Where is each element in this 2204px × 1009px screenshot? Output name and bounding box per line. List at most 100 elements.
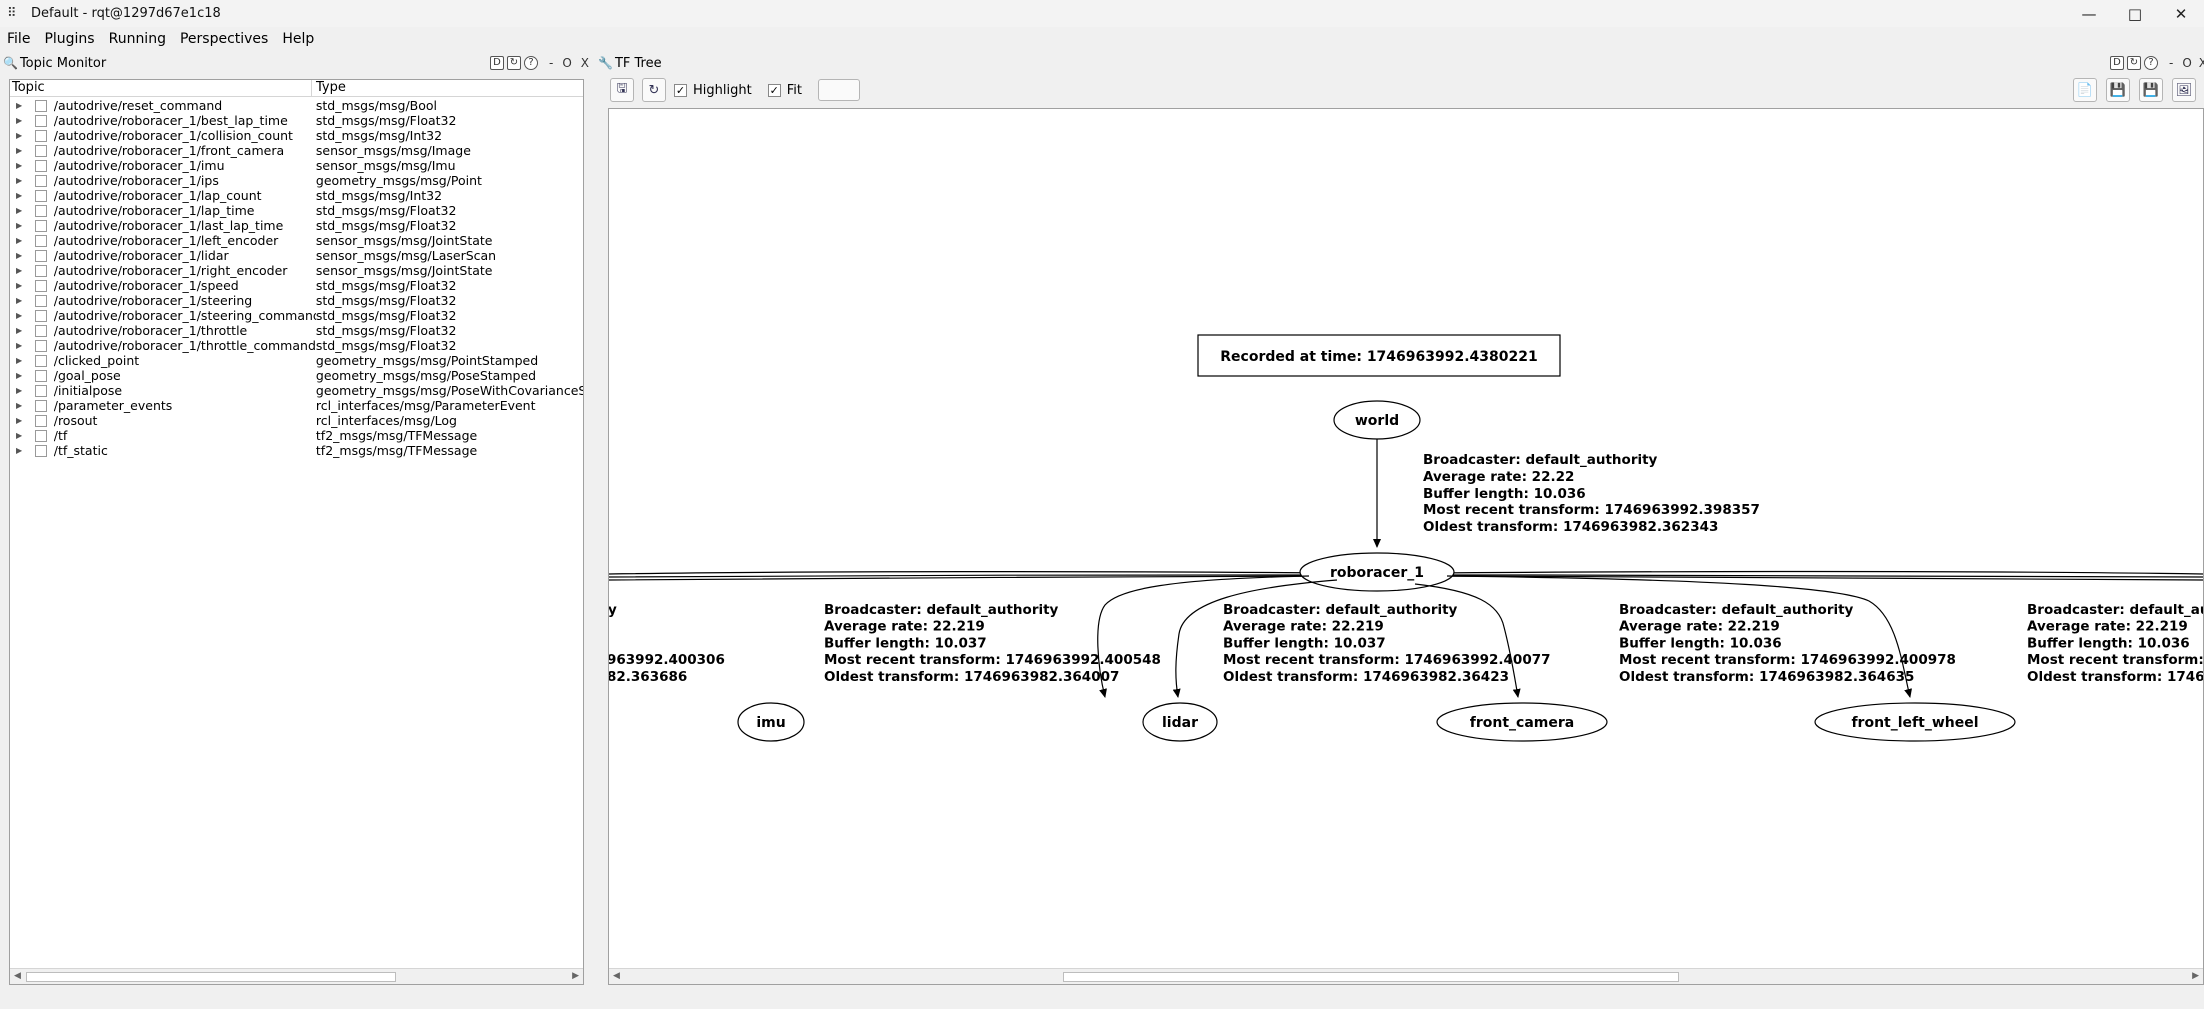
subscribe-checkbox[interactable] — [34, 129, 47, 142]
subscribe-checkbox[interactable] — [34, 339, 47, 352]
table-row[interactable]: ▶ /autodrive/roboracer_1/lidar sensor_msgs… — [10, 248, 583, 263]
expand-arrow-icon[interactable]: ▶ — [16, 386, 30, 395]
subscribe-checkbox[interactable] — [34, 324, 47, 337]
reload-icon[interactable]: ↻ — [2127, 56, 2141, 70]
minimize-dock-icon[interactable]: - — [549, 56, 553, 70]
table-row[interactable]: ▶ /parameter_events rcl_interfaces/msg/Par… — [10, 398, 583, 413]
help-icon[interactable]: ? — [524, 56, 538, 70]
table-row[interactable]: ▶ /autodrive/roboracer_1/left_encoder sens… — [10, 233, 583, 248]
table-row[interactable]: ▶ /autodrive/roboracer_1/ips geometry_msgs… — [10, 173, 583, 188]
scroll-left-icon[interactable]: ◀ — [14, 971, 21, 981]
expand-arrow-icon[interactable]: ▶ — [16, 116, 30, 125]
float-dock-icon[interactable]: O — [2182, 56, 2191, 70]
menu-plugins[interactable]: Plugins — [37, 31, 101, 47]
expand-arrow-icon[interactable]: ▶ — [16, 236, 30, 245]
save-graph-button[interactable]: 🖫 — [610, 78, 634, 102]
dock-d-button[interactable]: D — [490, 56, 504, 70]
subscribe-checkbox[interactable] — [34, 249, 47, 262]
table-row[interactable]: ▶ /autodrive/roboracer_1/last_lap_time std… — [10, 218, 583, 233]
subscribe-checkbox[interactable] — [34, 99, 47, 112]
expand-arrow-icon[interactable]: ▶ — [16, 356, 30, 365]
highlight-checkbox[interactable]: ✓ — [674, 83, 687, 97]
subscribe-checkbox[interactable] — [34, 384, 47, 397]
menu-perspectives[interactable]: Perspectives — [173, 31, 275, 47]
close-dock-icon[interactable]: X — [2199, 56, 2204, 70]
expand-arrow-icon[interactable]: ▶ — [16, 101, 30, 110]
table-row[interactable]: ▶ /clicked_point geometry_msgs/msg/PointSt… — [10, 353, 583, 368]
maximize-button[interactable]: □ — [2112, 0, 2158, 27]
table-row[interactable]: ▶ /rosout rcl_interfaces/msg/Log — [10, 413, 583, 428]
subscribe-checkbox[interactable] — [34, 189, 47, 202]
table-row[interactable]: ▶ /autodrive/roboracer_1/lap_time std_msgs… — [10, 203, 583, 218]
expand-arrow-icon[interactable]: ▶ — [16, 266, 30, 275]
float-dock-icon[interactable]: O — [562, 56, 571, 70]
scrollbar-thumb[interactable] — [26, 972, 396, 982]
subscribe-checkbox[interactable] — [34, 429, 47, 442]
scroll-left-icon[interactable]: ◀ — [613, 971, 620, 981]
subscribe-checkbox[interactable] — [34, 114, 47, 127]
close-dock-icon[interactable]: X — [581, 56, 589, 70]
expand-arrow-icon[interactable]: ▶ — [16, 341, 30, 350]
subscribe-checkbox[interactable] — [34, 279, 47, 292]
expand-arrow-icon[interactable]: ▶ — [16, 371, 30, 380]
horizontal-scrollbar[interactable]: ◀ ▶ — [609, 968, 2203, 984]
expand-arrow-icon[interactable]: ▶ — [16, 416, 30, 425]
reload-icon[interactable]: ↻ — [507, 56, 521, 70]
subscribe-checkbox[interactable] — [34, 369, 47, 382]
expand-arrow-icon[interactable]: ▶ — [16, 161, 30, 170]
table-row[interactable]: ▶ /autodrive/roboracer_1/throttle_command… — [10, 338, 583, 353]
subscribe-checkbox[interactable] — [34, 399, 47, 412]
table-row[interactable]: ▶ /autodrive/roboracer_1/imu sensor_msgs/m… — [10, 158, 583, 173]
expand-arrow-icon[interactable]: ▶ — [16, 176, 30, 185]
table-row[interactable]: ▶ /tf tf2_msgs/msg/TFMessage — [10, 428, 583, 443]
table-row[interactable]: ▶ /tf_static tf2_msgs/msg/TFMessage — [10, 443, 583, 458]
tf-tree-canvas[interactable]: Recorded at time: 1746963992.4380221 wor… — [608, 108, 2204, 985]
expand-arrow-icon[interactable]: ▶ — [16, 251, 30, 260]
scroll-right-icon[interactable]: ▶ — [572, 971, 579, 981]
table-row[interactable]: ▶ /goal_pose geometry_msgs/msg/PoseStamped — [10, 368, 583, 383]
table-row[interactable]: ▶ /autodrive/roboracer_1/collision_count s… — [10, 128, 583, 143]
minimize-dock-icon[interactable]: - — [2169, 56, 2173, 70]
column-header-type[interactable]: Type — [312, 80, 346, 96]
table-row[interactable]: ▶ /autodrive/roboracer_1/steering_command… — [10, 308, 583, 323]
subscribe-checkbox[interactable] — [34, 174, 47, 187]
expand-arrow-icon[interactable]: ▶ — [16, 326, 30, 335]
subscribe-checkbox[interactable] — [34, 219, 47, 232]
expand-arrow-icon[interactable]: ▶ — [16, 296, 30, 305]
subscribe-checkbox[interactable] — [34, 444, 47, 457]
refresh-button[interactable]: ↻ — [642, 78, 666, 102]
subscribe-checkbox[interactable] — [34, 354, 47, 367]
subscribe-checkbox[interactable] — [34, 264, 47, 277]
table-row[interactable]: ▶ /autodrive/roboracer_1/speed std_msgs/ms… — [10, 278, 583, 293]
save-image-button[interactable]: 🖼 — [2172, 78, 2196, 102]
table-row[interactable]: ▶ /autodrive/roboracer_1/front_camera sens… — [10, 143, 583, 158]
subscribe-checkbox[interactable] — [34, 294, 47, 307]
table-row[interactable]: ▶ /autodrive/roboracer_1/best_lap_time std… — [10, 113, 583, 128]
subscribe-checkbox[interactable] — [34, 204, 47, 217]
expand-arrow-icon[interactable]: ▶ — [16, 191, 30, 200]
table-row[interactable]: ▶ /autodrive/reset_command std_msgs/msg/Bo… — [10, 98, 583, 113]
horizontal-scrollbar[interactable]: ◀ ▶ — [10, 968, 583, 984]
subscribe-checkbox[interactable] — [34, 309, 47, 322]
expand-arrow-icon[interactable]: ▶ — [16, 221, 30, 230]
expand-arrow-icon[interactable]: ▶ — [16, 431, 30, 440]
menu-file[interactable]: File — [0, 31, 37, 47]
expand-arrow-icon[interactable]: ▶ — [16, 206, 30, 215]
subscribe-checkbox[interactable] — [34, 144, 47, 157]
menu-help[interactable]: Help — [275, 31, 321, 47]
table-row[interactable]: ▶ /initialpose geometry_msgs/msg/PoseWithC… — [10, 383, 583, 398]
column-header-topic[interactable]: Topic — [10, 80, 312, 96]
menu-running[interactable]: Running — [102, 31, 173, 47]
expand-arrow-icon[interactable]: ▶ — [16, 146, 30, 155]
dock-d-button[interactable]: D — [2110, 56, 2124, 70]
subscribe-checkbox[interactable] — [34, 414, 47, 427]
help-icon[interactable]: ? — [2144, 56, 2158, 70]
table-row[interactable]: ▶ /autodrive/roboracer_1/lap_count std_msg… — [10, 188, 583, 203]
minimize-button[interactable]: — — [2066, 0, 2112, 27]
expand-arrow-icon[interactable]: ▶ — [16, 281, 30, 290]
fit-checkbox[interactable]: ✓ — [767, 83, 781, 97]
scroll-right-icon[interactable]: ▶ — [2192, 971, 2199, 981]
save-svg-button[interactable]: 💾 — [2139, 78, 2163, 102]
subscribe-checkbox[interactable] — [34, 234, 47, 247]
save-dot-button[interactable]: 💾 — [2106, 78, 2130, 102]
